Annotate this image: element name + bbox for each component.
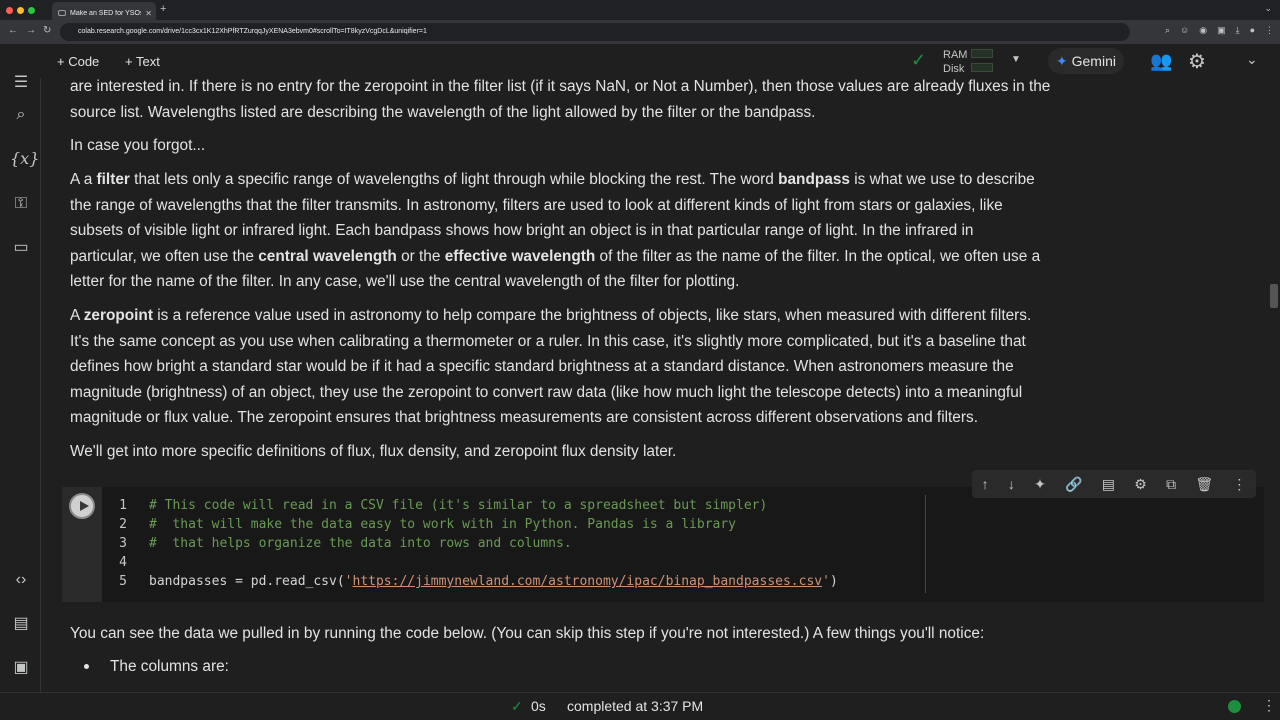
forward-icon[interactable]: → (26, 25, 36, 36)
text-cell-data-intro[interactable]: You can see the data we pulled in by run… (70, 621, 1100, 647)
tab-title: Make an SED for YSOs in IC 4 (70, 9, 141, 17)
scrollbar-thumb[interactable] (1270, 284, 1278, 308)
tab-list-icon[interactable]: ⌄ (1264, 3, 1272, 14)
text-line: subsets of visible light or infrared lig… (70, 222, 974, 239)
secrets-key-icon[interactable]: ⚿ (10, 193, 32, 215)
code-line: 2 # that will make the data easy to work … (119, 517, 736, 532)
disk-label: Disk (943, 63, 965, 75)
cell-settings-gear-icon[interactable]: ⚙ (1134, 476, 1147, 493)
connection-status-dot (1228, 700, 1241, 713)
text-line: particular, we often use the central wav… (70, 247, 1041, 265)
disk-meter (971, 63, 993, 72)
delete-trash-icon[interactable]: 🗑 (1195, 476, 1213, 493)
profile-icon[interactable]: ☺ (1180, 25, 1189, 36)
cell-action-toolbar: ↑ ↓ ✦ 🔗 ▤ ⚙ ⧉ 🗑 ⋮ (972, 470, 1256, 498)
extension-icon[interactable]: ◉ (1199, 25, 1207, 36)
comment-icon[interactable]: ▤ (1102, 476, 1115, 493)
text-cell-zeropoint-intro[interactable]: are interested in. If there is no entry … (70, 78, 1100, 125)
search-icon[interactable]: ⌕ (10, 104, 32, 126)
bullet-dot (84, 664, 89, 669)
collapse-chevron-icon[interactable]: ⌄ (1246, 51, 1258, 68)
download-icon[interactable]: ⤓ (1236, 25, 1240, 36)
browser-tab-bar: Make an SED for YSOs in IC 4 ✕ + ⌄ (0, 0, 1280, 20)
text-line: letter for the name of the filter. In an… (70, 273, 740, 290)
text-line: It's the same concept as you use when ca… (70, 332, 1026, 350)
zoom-icon[interactable]: ⌕ (1165, 25, 1170, 36)
address-bar-row: ← → ↻ colab.research.google.com/drive/1c… (0, 20, 1280, 44)
colab-toolbar: + Code + Text ✓ RAM Disk ▼ ✦ Gemini 👥 ⚙ … (0, 44, 1280, 78)
notebook-content: are interested in. If there is no entry … (42, 78, 1268, 692)
bullet-list-item: The columns are: (84, 654, 1120, 680)
code-line: 1 # This code will read in a CSV file (it… (119, 498, 768, 513)
add-text-button[interactable]: + Text (125, 54, 160, 69)
text-line: magnitude (brightness) of an object, the… (70, 383, 1023, 401)
gemini-sparkle-icon[interactable]: ✦ (1034, 476, 1046, 493)
completed-status[interactable]: completed at 3:37 PM (567, 698, 703, 714)
cell-gutter (62, 487, 102, 602)
text-line: source list. Wavelengths listed are desc… (70, 103, 816, 121)
minimize-window-button[interactable] (17, 7, 24, 14)
text-cell-filter-definition[interactable]: A a filter that lets only a specific ran… (70, 167, 1100, 295)
code-snippets-icon[interactable]: ‹› (10, 569, 32, 591)
settings-gear-icon[interactable]: ⚙ (1188, 49, 1206, 74)
text-line: the range of wavelengths that the filter… (70, 196, 1003, 214)
new-tab-button[interactable]: + (160, 3, 166, 15)
connected-check-icon: ✓ (911, 50, 927, 70)
text-line: defines how bright a standard star would… (70, 358, 1014, 375)
code-line: 4 (119, 555, 127, 570)
ruler-line (925, 495, 926, 593)
close-tab-icon[interactable]: ✕ (145, 9, 152, 18)
terminal-icon[interactable]: ▣ (10, 657, 32, 679)
text-cell-reminder[interactable]: In case you forgot... (70, 133, 1100, 159)
add-code-button[interactable]: + Code (57, 54, 99, 69)
address-bar-icons: ⌕ ☺ ◉ ▣ ⤓ ● ⋮ (1165, 25, 1274, 36)
status-more-icon[interactable]: ⋮ (1262, 697, 1276, 714)
move-up-icon[interactable]: ↑ (982, 476, 989, 492)
text-cell-later-note[interactable]: We'll get into more specific definitions… (70, 439, 1100, 465)
maximize-window-button[interactable] (28, 7, 35, 14)
account-icon[interactable]: ● (1250, 25, 1255, 36)
csv-url-link[interactable]: https://jimmynewland.com/astronomy/ipac/… (353, 574, 823, 589)
link-icon[interactable]: 🔗 (1065, 476, 1082, 493)
code-editor[interactable]: 1 # This code will read in a CSV file (it… (102, 487, 1264, 602)
text-line: You can see the data we pulled in by run… (70, 625, 985, 642)
share-people-icon[interactable]: 👥 (1150, 51, 1172, 72)
code-cell[interactable]: 1 # This code will read in a CSV file (it… (62, 487, 1264, 602)
menu-icon[interactable]: ⋮ (1265, 25, 1274, 36)
runtime-dropdown-icon[interactable]: ▼ (1011, 54, 1021, 65)
text-line: A zeropoint is a reference value used in… (70, 307, 1032, 324)
left-sidebar: ☰ ⌕ {x} ⚿ ▭ ‹› ▤ ▣ (0, 74, 41, 692)
url-field[interactable]: colab.research.google.com/drive/1cc3cx1K… (60, 23, 1130, 41)
resource-indicator[interactable]: RAM Disk (943, 48, 967, 76)
browser-tab[interactable]: Make an SED for YSOs in IC 4 ✕ (52, 2, 156, 20)
text-cell-zeropoint-definition[interactable]: A zeropoint is a reference value used in… (70, 303, 1100, 431)
back-icon[interactable]: ← (8, 25, 18, 36)
ram-label: RAM (943, 49, 968, 61)
execution-time: 0s (531, 698, 546, 714)
files-folder-icon[interactable]: ▭ (10, 237, 32, 259)
gemini-label: Gemini (1071, 53, 1116, 69)
puzzle-icon[interactable]: ▣ (1217, 25, 1226, 36)
status-check-icon: ✓ (511, 698, 523, 714)
code-line: 5 bandpasses = pd.read_csv('https://jimmy… (119, 574, 838, 589)
mirror-cell-icon[interactable]: ⧉ (1166, 476, 1176, 493)
close-window-button[interactable] (6, 7, 13, 14)
status-bar: ✓ 0s completed at 3:37 PM ⋮ (0, 692, 1280, 720)
more-options-icon[interactable]: ⋮ (1232, 476, 1246, 493)
move-down-icon[interactable]: ↓ (1008, 476, 1015, 492)
table-of-contents-icon[interactable]: ☰ (10, 72, 32, 94)
run-cell-button[interactable] (69, 493, 95, 519)
code-line: 3 # that helps organize the data into row… (119, 536, 572, 551)
colab-favicon-icon (58, 10, 66, 16)
text-line: magnitude or flux value. The zeropoint e… (70, 409, 978, 426)
command-palette-icon[interactable]: ▤ (10, 613, 32, 635)
text-line: are interested in. If there is no entry … (70, 78, 1051, 95)
gemini-sparkle-icon: ✦ (1056, 53, 1068, 69)
gemini-button[interactable]: ✦ Gemini (1048, 48, 1124, 74)
text-line: A a filter that lets only a specific ran… (70, 171, 1035, 188)
reload-icon[interactable]: ↻ (43, 25, 51, 36)
variables-icon[interactable]: {x} (10, 148, 39, 170)
ram-meter (971, 49, 993, 58)
